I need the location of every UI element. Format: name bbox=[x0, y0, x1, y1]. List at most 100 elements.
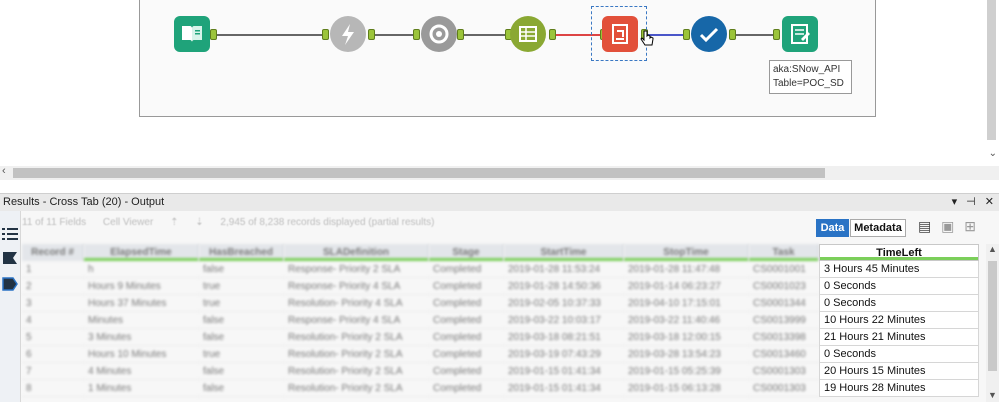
column-header[interactable]: StopTime bbox=[624, 244, 749, 261]
table-cell[interactable]: Resolution- Priority 2 SLA bbox=[284, 380, 429, 397]
table-cell[interactable]: 4 Minutes bbox=[84, 363, 199, 380]
table-cell[interactable]: Completed bbox=[429, 261, 504, 278]
table-cell[interactable]: false bbox=[199, 363, 284, 380]
tag-icon[interactable] bbox=[2, 277, 18, 291]
output-data-tool[interactable] bbox=[782, 16, 818, 52]
table-cell[interactable]: 3 Minutes bbox=[84, 329, 199, 346]
chevron-down-icon[interactable]: ▼ bbox=[988, 390, 997, 400]
chevron-left-icon[interactable]: ‹ bbox=[2, 165, 6, 177]
table-cell[interactable]: 2019-01-15 05:25:39 bbox=[624, 363, 749, 380]
input-anchor[interactable] bbox=[683, 29, 690, 40]
table-cell[interactable]: true bbox=[199, 295, 284, 312]
table-cell[interactable]: 4 bbox=[22, 312, 84, 329]
cell-viewer-dropdown[interactable]: Cell Viewer bbox=[103, 217, 153, 228]
table-cell[interactable]: 20 Hours 15 Minutes bbox=[819, 363, 979, 380]
table-row[interactable]: 2 Hours 9 Minutes true Response- Priority 4… bbox=[22, 278, 986, 295]
table-cell[interactable]: CS0001303 bbox=[749, 363, 819, 380]
table-row[interactable]: 74 Minutes false Resolution- Priority 2 SL… bbox=[22, 363, 986, 380]
scrollbar-thumb[interactable] bbox=[988, 261, 997, 371]
flag-icon[interactable] bbox=[2, 251, 18, 265]
table-cell[interactable]: Hours 9 Minutes bbox=[84, 278, 199, 295]
workflow-container[interactable] bbox=[139, 0, 876, 117]
table-cell[interactable]: Response- Priority 4 SLA bbox=[284, 278, 429, 295]
table-cell[interactable]: true bbox=[199, 278, 284, 295]
table-cell[interactable]: 2019-01-15 06:13:28 bbox=[624, 380, 749, 397]
table-cell[interactable]: false bbox=[199, 261, 284, 278]
table-cell[interactable]: Resolution- Priority 2 SLA bbox=[284, 363, 429, 380]
table-cell[interactable]: Response- Priority 4 SLA bbox=[284, 312, 429, 329]
chevron-up-icon[interactable]: ▲ bbox=[988, 244, 997, 254]
input-anchor[interactable] bbox=[413, 29, 420, 40]
table-cell[interactable]: Resolution- Priority 2 SLA bbox=[284, 329, 429, 346]
table-cell[interactable]: 2019-01-28 11:47:48 bbox=[624, 261, 749, 278]
canvas-horizontal-scrollbar[interactable]: ‹ bbox=[0, 165, 999, 180]
table-row[interactable]: 3 Hours 37 Minutes true Resolution- Priorit… bbox=[22, 295, 986, 312]
grid-vertical-scrollbar[interactable]: ▲ ▼ bbox=[986, 244, 999, 402]
scrollbar-thumb[interactable] bbox=[987, 0, 996, 140]
table-cell[interactable]: false bbox=[199, 380, 284, 397]
table-cell[interactable]: h bbox=[84, 261, 199, 278]
pane-controls[interactable]: ▾ ⊣ ✕ bbox=[952, 195, 997, 208]
input-anchor[interactable] bbox=[210, 29, 217, 40]
output-anchor[interactable] bbox=[457, 29, 464, 40]
column-header[interactable]: StartTime bbox=[504, 244, 624, 261]
table-cell[interactable]: Completed bbox=[429, 278, 504, 295]
table-cell[interactable]: Completed bbox=[429, 346, 504, 363]
table-cell[interactable]: 2019-01-28 14:50:36 bbox=[504, 278, 624, 295]
list-icon[interactable] bbox=[2, 227, 18, 241]
tab-metadata[interactable]: Metadata bbox=[850, 219, 906, 237]
table-cell[interactable]: Hours 37 Minutes bbox=[84, 295, 199, 312]
table-cell[interactable]: CS0013398 bbox=[749, 329, 819, 346]
table-cell[interactable]: 2019-03-22 10:03:17 bbox=[504, 312, 624, 329]
table-cell[interactable]: CS0013999 bbox=[749, 312, 819, 329]
save-icon[interactable]: ▣ bbox=[941, 218, 954, 234]
table-cell[interactable]: 6 bbox=[22, 346, 84, 363]
input-anchor[interactable] bbox=[773, 29, 780, 40]
fields-selector[interactable]: 11 of 11 Fields bbox=[22, 217, 86, 228]
table-row[interactable]: 4 Minutes false Response- Priority 4 SLA Com… bbox=[22, 312, 986, 329]
column-header[interactable]: Stage bbox=[429, 244, 504, 261]
table-cell[interactable]: Resolution- Priority 2 SLA bbox=[284, 346, 429, 363]
table-row[interactable]: 81 Minutes false Resolution- Priority 2 SL… bbox=[22, 380, 986, 397]
table-cell[interactable]: 8 bbox=[22, 380, 84, 397]
table-cell[interactable]: CS0013460 bbox=[749, 346, 819, 363]
table-cell[interactable]: 10 Hours 22 Minutes bbox=[819, 312, 979, 329]
table-cell[interactable]: 2 bbox=[22, 278, 84, 295]
table-cell[interactable]: 19 Hours 28 Minutes bbox=[819, 380, 979, 397]
table-cell[interactable]: 3 Hours 45 Minutes bbox=[819, 261, 979, 278]
add-icon[interactable]: ⊞ bbox=[964, 218, 976, 234]
tab-data[interactable]: Data bbox=[816, 219, 849, 237]
table-cell[interactable]: 0 Seconds bbox=[819, 346, 979, 363]
table-cell[interactable]: CS0001344 bbox=[749, 295, 819, 312]
column-header[interactable]: Record # bbox=[22, 244, 84, 261]
table-cell[interactable]: 2019-03-19 07:43:29 bbox=[504, 346, 624, 363]
table-cell[interactable]: CS0001303 bbox=[749, 380, 819, 397]
table-cell[interactable]: Completed bbox=[429, 363, 504, 380]
output-anchor[interactable] bbox=[729, 29, 736, 40]
workflow-canvas[interactable]: aka:SNow_API Table=POC_SD ⌄ ‹ bbox=[0, 0, 999, 180]
column-header[interactable]: HasBreached bbox=[199, 244, 284, 261]
column-header[interactable]: TimeLeft bbox=[819, 244, 979, 261]
table-row[interactable]: 1 h false Response- Priority 2 SLA Completed… bbox=[22, 261, 986, 278]
table-cell[interactable]: 0 Seconds bbox=[819, 295, 979, 312]
chevron-down-icon[interactable]: ⌄ bbox=[989, 148, 997, 159]
table-cell[interactable]: Resolution- Priority 4 SLA bbox=[284, 295, 429, 312]
table-cell[interactable]: 2019-01-14 06:23:27 bbox=[624, 278, 749, 295]
table-cell[interactable]: 2019-04-10 17:15:01 bbox=[624, 295, 749, 312]
table-cell[interactable]: 21 Hours 21 Minutes bbox=[819, 329, 979, 346]
table-cell[interactable]: Completed bbox=[429, 295, 504, 312]
table-cell[interactable]: false bbox=[199, 329, 284, 346]
column-header[interactable]: SLADefinition bbox=[284, 244, 429, 261]
sort-up-icon[interactable]: ⇡ bbox=[170, 217, 178, 228]
table-cell[interactable]: Completed bbox=[429, 329, 504, 346]
table-row[interactable]: 6 Hours 10 Minutes true Resolution- Priorit… bbox=[22, 346, 986, 363]
table-cell[interactable]: Completed bbox=[429, 312, 504, 329]
table-cell[interactable]: 2019-03-28 13:54:23 bbox=[624, 346, 749, 363]
table-cell[interactable]: 2019-03-22 11:40:46 bbox=[624, 312, 749, 329]
copy-icon[interactable]: ▤ bbox=[918, 218, 931, 234]
table-cell[interactable]: 2019-01-15 01:41:34 bbox=[504, 363, 624, 380]
table-cell[interactable]: CS0001001 bbox=[749, 261, 819, 278]
table-cell[interactable]: 5 bbox=[22, 329, 84, 346]
table-cell[interactable]: 2019-02-05 10:37:33 bbox=[504, 295, 624, 312]
table-row[interactable]: 53 Minutes false Resolution- Priority 2 SL… bbox=[22, 329, 986, 346]
